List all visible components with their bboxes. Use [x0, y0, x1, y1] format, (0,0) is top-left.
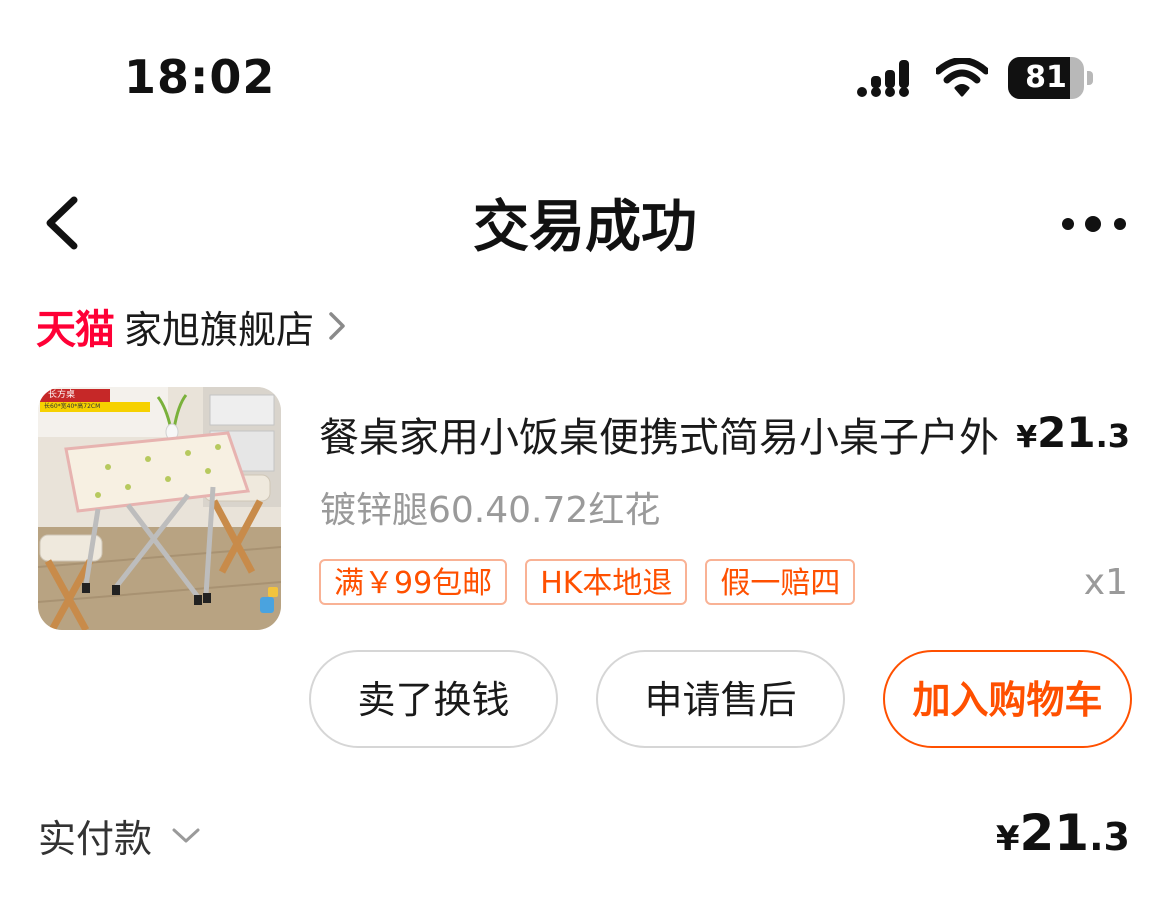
price-integer: 21 [1037, 408, 1096, 457]
product-image [38, 387, 281, 630]
paid-decimal: .3 [1089, 815, 1130, 859]
status-time: 18:02 [124, 50, 276, 104]
store-name: 家旭旗舰店 [124, 307, 315, 352]
battery-indicator: 81 [1008, 57, 1094, 99]
product-quantity: x1 [1083, 562, 1128, 603]
battery-percent: 81 [1025, 60, 1067, 95]
after-sale-button[interactable]: 申请售后 [596, 650, 845, 748]
product-thumbnail[interactable]: 长方桌 长60*宽40*高72CM [38, 387, 281, 630]
tag-free-shipping: 满￥99包邮 [319, 559, 508, 605]
page-title: 交易成功 [473, 195, 697, 260]
paid-currency: ¥ [995, 819, 1020, 859]
tmall-logo: 天猫 [36, 307, 115, 353]
tag-guarantee: 假一赔四 [705, 559, 856, 605]
more-dots-icon[interactable] [1056, 204, 1136, 244]
wifi-icon [936, 58, 988, 97]
product-price: ¥21.3 [1016, 408, 1130, 457]
chevron-right-icon [329, 312, 345, 340]
tag-local-return: HK本地退 [525, 559, 688, 605]
price-decimal: .3 [1095, 417, 1130, 455]
product-spec: 镀锌腿60.40.72红花 [320, 490, 661, 531]
product-title[interactable]: 餐桌家用小饭桌便携式简易小桌子户外 [319, 405, 1024, 463]
thumbnail-dimensions: 长60*宽40*高72CM [40, 402, 150, 412]
paid-amount-toggle[interactable]: 实付款 [38, 808, 202, 863]
chevron-down-icon [172, 828, 200, 842]
thumbnail-label: 长方桌 [40, 389, 110, 402]
chevron-left-icon[interactable] [36, 192, 92, 254]
store-row[interactable]: 天猫 家旭旗舰店 [36, 296, 350, 356]
cellular-signal-icon [857, 60, 909, 97]
add-to-cart-button[interactable]: 加入购物车 [883, 650, 1132, 748]
price-currency: ¥ [1016, 420, 1038, 455]
paid-label: 实付款 [38, 817, 153, 861]
paid-integer: 21 [1019, 804, 1090, 862]
service-tags: 满￥99包邮 HK本地退 假一赔四 [319, 559, 873, 605]
sell-button[interactable]: 卖了换钱 [309, 650, 558, 748]
paid-amount: ¥21.3 [996, 804, 1130, 862]
